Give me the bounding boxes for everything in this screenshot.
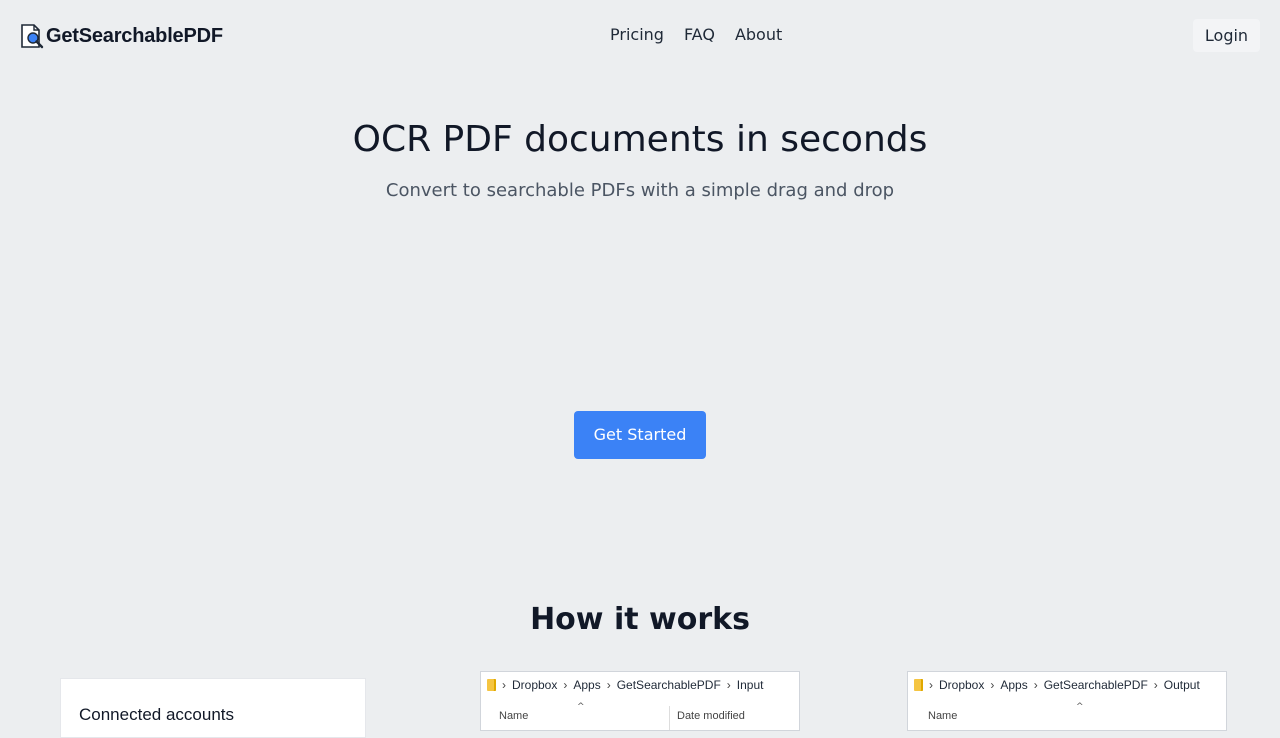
- document-search-icon: [21, 24, 44, 49]
- folder-icon: [914, 679, 923, 691]
- breadcrumb-item: GetSearchablePDF: [1043, 678, 1148, 692]
- chevron-right-icon: ›: [606, 678, 611, 692]
- breadcrumb-item: Apps: [1000, 678, 1028, 692]
- site-header: GetSearchablePDF Pricing FAQ About Login: [0, 0, 1280, 72]
- chevron-right-icon: ›: [1153, 678, 1158, 692]
- main-nav: Pricing FAQ About: [610, 24, 782, 46]
- breadcrumb: › Dropbox › Apps › GetSearchablePDF › Ou…: [914, 678, 1200, 692]
- breadcrumb-item: Dropbox: [939, 678, 985, 692]
- chevron-right-icon: ›: [1033, 678, 1038, 692]
- input-folder-screenshot: › Dropbox › Apps › GetSearchablePDF › In…: [480, 671, 800, 731]
- breadcrumb-item: Output: [1163, 678, 1200, 692]
- sort-caret-icon: ^: [1076, 702, 1084, 712]
- brand-name: GetSearchablePDF: [46, 24, 223, 47]
- chevron-right-icon: ›: [726, 678, 731, 692]
- chevron-right-icon: ›: [990, 678, 995, 692]
- breadcrumb-item: Dropbox: [512, 678, 558, 692]
- get-started-button[interactable]: Get Started: [574, 411, 706, 459]
- sort-caret-icon: ^: [577, 702, 585, 712]
- connected-accounts-screenshot: Connected accounts: [60, 678, 366, 738]
- chevron-right-icon: ›: [929, 678, 933, 692]
- connected-accounts-heading: Connected accounts: [79, 705, 234, 724]
- column-divider: [669, 706, 670, 730]
- chevron-right-icon: ›: [502, 678, 506, 692]
- how-it-works-title: How it works: [530, 602, 750, 637]
- chevron-right-icon: ›: [563, 678, 568, 692]
- login-button[interactable]: Login: [1193, 19, 1260, 52]
- column-header-name: Name: [499, 710, 529, 722]
- column-header-name: Name: [928, 710, 958, 722]
- breadcrumb-item: Input: [736, 678, 764, 692]
- breadcrumb-item: GetSearchablePDF: [616, 678, 721, 692]
- brand-logo[interactable]: GetSearchablePDF: [20, 23, 223, 49]
- folder-icon: [487, 679, 496, 691]
- nav-about-link[interactable]: About: [735, 24, 782, 46]
- output-folder-screenshot: › Dropbox › Apps › GetSearchablePDF › Ou…: [907, 671, 1227, 731]
- column-header-date: Date modified: [677, 710, 745, 722]
- breadcrumb-item: Apps: [573, 678, 601, 692]
- nav-pricing-link[interactable]: Pricing: [610, 24, 664, 46]
- breadcrumb: › Dropbox › Apps › GetSearchablePDF › In…: [487, 678, 763, 692]
- hero-title: OCR PDF documents in seconds: [352, 119, 928, 160]
- nav-faq-link[interactable]: FAQ: [684, 24, 715, 46]
- hero-subtitle: Convert to searchable PDFs with a simple…: [385, 180, 895, 201]
